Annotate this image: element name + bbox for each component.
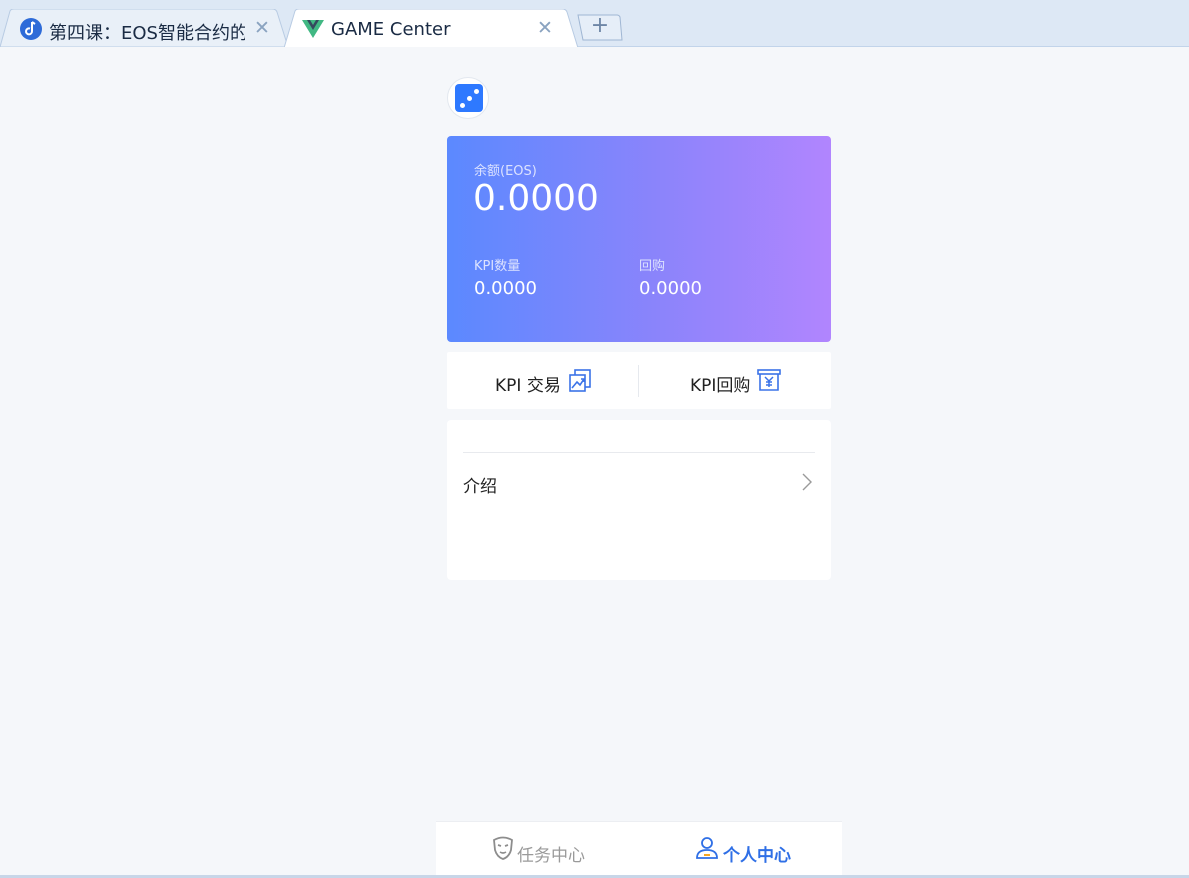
dice-icon [455,84,483,112]
tab-close-button[interactable]: ✕ [537,18,553,38]
yen-receipt-icon [757,369,781,391]
buyback-label: 回购 [639,259,666,274]
kpi-buyback-label: KPI回购 [690,376,751,396]
tab-title: 第四课：EOS智能合约的 [49,23,245,44]
browser-tab-lesson[interactable]: 第四课：EOS智能合约的 ✕ [0,9,290,47]
tab-close-button[interactable]: ✕ [254,18,270,38]
balance-card: 余额(EOS) 0.0000 KPI数量 0.0000 回购 0.0000 [447,136,831,342]
action-bar: KPI 交易 KPI回购 [447,352,831,409]
user-icon [696,837,718,859]
balance-label: 余额(EOS) [474,164,537,179]
kpi-trade-button[interactable]: KPI 交易 [447,352,638,409]
music-note-icon [20,18,42,40]
intro-row[interactable]: 介绍 [447,464,831,500]
intro-label: 介绍 [463,477,497,497]
chevron-right-icon [802,473,812,491]
nav-personal-center[interactable]: 个人中心 [639,822,842,876]
nav-task-center[interactable]: 任务中心 [436,822,639,876]
divider [463,452,815,453]
vue-logo-icon [302,20,324,38]
tab-title: GAME Center [331,19,451,40]
balance-value: 0.0000 [473,178,599,219]
avatar[interactable] [447,77,489,119]
kpi-trade-label: KPI 交易 [495,376,561,396]
info-card: 介绍 [447,420,831,580]
plus-icon: + [590,13,610,38]
nav-personal-center-label: 个人中心 [723,846,791,866]
kpi-buyback-button[interactable]: KPI回购 [639,352,830,409]
mask-icon [493,836,513,860]
browser-tab-game-center[interactable]: GAME Center ✕ [284,9,580,47]
kpi-count-value: 0.0000 [474,278,537,299]
kpi-count-label: KPI数量 [474,259,521,274]
new-tab-button[interactable]: + [577,14,623,41]
buyback-value: 0.0000 [639,278,702,299]
bottom-nav: 任务中心 个人中心 [436,821,842,875]
trade-chart-icon [569,369,591,392]
nav-task-center-label: 任务中心 [517,846,585,866]
browser-tab-bar: 第四课：EOS智能合约的 ✕ GAME Center ✕ + [0,0,1189,47]
